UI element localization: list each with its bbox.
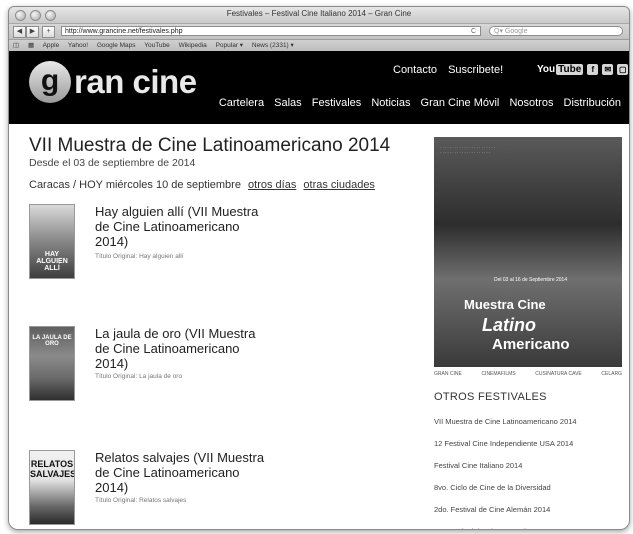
- instagram-icon[interactable]: ▢: [617, 64, 629, 75]
- nav-noticias[interactable]: Noticias: [371, 97, 410, 109]
- main-content: VII Muestra de Cine Latinoamericano 2014…: [25, 124, 425, 529]
- movie-original-title: Título Original: Hay alguien allí: [95, 253, 184, 260]
- festival-link[interactable]: 12 Festival Cine Independiente USA 2014: [434, 433, 577, 455]
- site-header: g ran cine Contacto Suscribete! You Tube …: [9, 51, 629, 124]
- movie-original-title: Título Original: La jaula de oro: [95, 373, 183, 380]
- bookmark-youtube[interactable]: YouTube: [144, 42, 170, 49]
- youtube-you: You: [537, 64, 556, 75]
- search-input[interactable]: Q▾ Google: [489, 26, 623, 36]
- url-bar[interactable]: http://www.grancine.net/festivales.php C: [61, 26, 481, 36]
- subscribe-link[interactable]: Suscribete!: [448, 64, 503, 76]
- reading-list-icon[interactable]: ◫: [13, 42, 19, 49]
- nav-nosotros[interactable]: Nosotros: [509, 97, 553, 109]
- other-days-link[interactable]: otros días: [248, 179, 296, 191]
- browser-toolbar: ◀ ▶ + http://www.grancine.net/festivales…: [9, 24, 629, 40]
- poster-line-1: Muestra Cine: [464, 297, 546, 312]
- bookmark-wikipedia[interactable]: Wikipedia: [179, 42, 207, 49]
- nav-cartelera[interactable]: Cartelera: [219, 97, 264, 109]
- facebook-icon[interactable]: f: [587, 64, 599, 75]
- top-links: Contacto Suscribete!: [393, 64, 511, 76]
- add-bookmark-button[interactable]: +: [42, 26, 55, 38]
- festival-link[interactable]: 8vo. Ciclo de Cine de la Diversidad: [434, 477, 577, 499]
- bookmark-news[interactable]: News (2331) ▾: [252, 42, 294, 49]
- poster-line-3: Americano: [492, 336, 570, 353]
- festival-link[interactable]: Festival Cine Italiano 2014: [434, 455, 577, 477]
- sponsor-logos: GRAN CINE CINEMAFILMS CUSINATURA CAVE CE…: [434, 371, 622, 381]
- movie-title[interactable]: Hay alguien allí (VII Muestra de Cine La…: [95, 204, 265, 249]
- nav-salas[interactable]: Salas: [274, 97, 302, 109]
- sponsor-logo: CELARG: [601, 371, 622, 377]
- bookmark-apple[interactable]: Apple: [43, 42, 60, 49]
- bookmark-popular[interactable]: Popular ▾: [216, 42, 243, 49]
- title-bar: Festivales – Festival Cine Italiano 2014…: [9, 7, 629, 24]
- page-title: VII Muestra de Cine Latinoamericano 2014: [29, 135, 391, 156]
- search-icon: Q▾: [494, 28, 505, 35]
- sponsor-logo: CUSINATURA CAVE: [535, 371, 582, 377]
- logo-text: ran cine: [74, 63, 197, 100]
- bookmarks-grid-icon[interactable]: ▦: [28, 42, 34, 49]
- movie-poster[interactable]: HAY ALGUIEN ALLÍ: [29, 204, 75, 279]
- poster-header-note: · · · · · · · · · · · · · · · · · · · · …: [440, 145, 496, 155]
- page-subtitle: Desde el 03 de septiembre de 2014: [29, 157, 196, 169]
- festival-list: VII Muestra de Cine Latinoamericano 2014…: [434, 411, 577, 529]
- poster-title: LA JAULA DE ORO: [32, 335, 72, 347]
- browser-window: Festivales – Festival Cine Italiano 2014…: [8, 6, 630, 530]
- nav-festivales[interactable]: Festivales: [312, 97, 362, 109]
- poster-title: RELATOS SALVAJES: [30, 459, 75, 479]
- mail-icon[interactable]: ✉: [602, 64, 614, 75]
- movie-poster[interactable]: RELATOS SALVAJES: [29, 450, 75, 525]
- festival-link[interactable]: 28° Festival de Cine Francés 2014: [434, 521, 577, 529]
- main-nav: Cartelera Salas Festivales Noticias Gran…: [212, 97, 621, 109]
- schedule-filter: Caracas / HOY miércoles 10 de septiembre…: [29, 179, 375, 191]
- poster-title: HAY ALGUIEN ALLÍ: [36, 251, 68, 272]
- contact-link[interactable]: Contacto: [393, 64, 437, 76]
- youtube-tube: Tube: [556, 64, 584, 75]
- city-date-label: Caracas / HOY miércoles 10 de septiembre: [29, 179, 241, 191]
- other-festivals-heading: OTROS FESTIVALES: [434, 391, 547, 403]
- nav-gran-cine-movil[interactable]: Gran Cine Móvil: [421, 97, 500, 109]
- sponsor-logo: CINEMAFILMS: [481, 371, 516, 377]
- poster-dates: Del 03 al 16 de Septiembre 2014: [494, 277, 568, 283]
- window-title: Festivales – Festival Cine Italiano 2014…: [226, 9, 412, 18]
- site-logo[interactable]: g ran cine: [29, 61, 197, 103]
- movie-poster[interactable]: LA JAULA DE ORO: [29, 326, 75, 401]
- url-text: http://www.grancine.net/festivales.php: [65, 28, 183, 35]
- festival-link[interactable]: VII Muestra de Cine Latinoamericano 2014: [434, 411, 577, 433]
- sidebar: · · · · · · · · · · · · · · · · · · · · …: [425, 124, 629, 529]
- logo-g-mark: g: [29, 61, 71, 103]
- nav-distribucion[interactable]: Distribución: [564, 97, 621, 109]
- sponsor-logo: GRAN CINE: [434, 371, 462, 377]
- social-links: You Tube f ✉ ▢: [537, 64, 629, 75]
- other-cities-link[interactable]: otras ciudades: [303, 179, 375, 191]
- youtube-icon[interactable]: You Tube: [537, 64, 584, 75]
- back-button[interactable]: ◀: [13, 26, 26, 38]
- reload-icon[interactable]: C: [471, 27, 476, 37]
- movie-title[interactable]: Relatos salvajes (VII Muestra de Cine La…: [95, 450, 265, 495]
- bookmark-yahoo[interactable]: Yahoo!: [68, 42, 88, 49]
- movie-title[interactable]: La jaula de oro (VII Muestra de Cine Lat…: [95, 326, 265, 371]
- forward-button[interactable]: ▶: [26, 26, 39, 38]
- poster-line-2: Latino: [482, 315, 536, 335]
- festival-link[interactable]: 2do. Festival de Cine Alemán 2014: [434, 499, 577, 521]
- search-placeholder: Google: [504, 28, 528, 35]
- festival-poster[interactable]: · · · · · · · · · · · · · · · · · · · · …: [434, 137, 622, 367]
- bookmark-google-maps[interactable]: Google Maps: [97, 42, 136, 49]
- movie-original-title: Título Original: Relatos salvajes: [95, 497, 187, 504]
- web-page: g ran cine Contacto Suscribete! You Tube …: [9, 51, 629, 529]
